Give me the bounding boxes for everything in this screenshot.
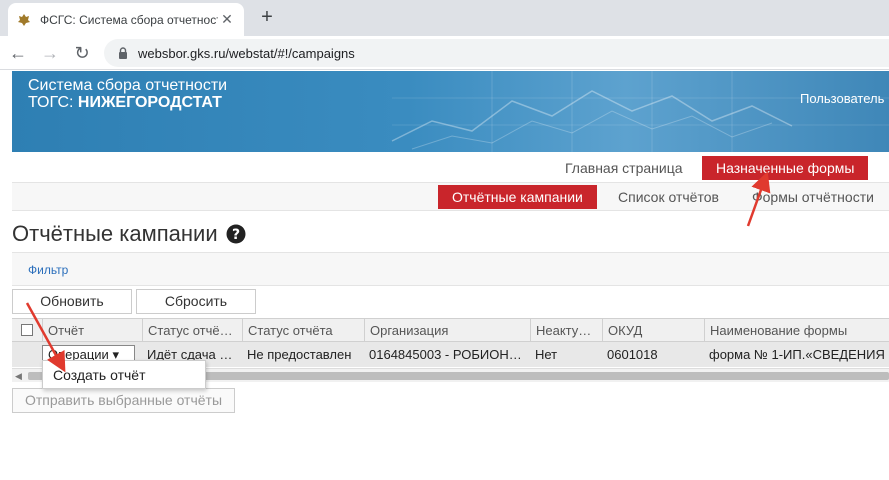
table-header: Отчёт Статус отчё… Статус отчёта Организ… [12, 319, 889, 342]
browser-tab[interactable]: ФСГС: Система сбора отчетност ✕ [8, 3, 244, 36]
new-tab-icon[interactable]: + [256, 6, 278, 28]
cell-organization: 0164845003 - РОБИОН… [369, 347, 522, 362]
cell-report-status: Не предоставлен [247, 347, 352, 362]
select-all-cell [12, 319, 42, 342]
back-arrow-icon[interactable]: ← [6, 41, 30, 65]
togs-prefix: ТОГС: [28, 94, 74, 111]
organization-title: ТОГС: НИЖЕГОРОДСТАТ [28, 94, 222, 112]
forward-arrow-icon[interactable]: → [38, 41, 62, 65]
send-selected-reports-button[interactable]: Отправить выбранные отчёты [12, 388, 235, 413]
browser-tabstrip: ФСГС: Система сбора отчетност ✕ + [0, 0, 889, 36]
page-title: Отчётные кампании ? [12, 221, 246, 247]
site-header-banner: Система сбора отчетности ТОГС: НИЖЕГОРОД… [12, 71, 889, 152]
column-header[interactable]: Наименование формы [704, 319, 889, 342]
url-text: websbor.gks.ru/webstat/#!/campaigns [138, 45, 355, 61]
select-all-checkbox[interactable] [21, 324, 33, 336]
nav-report-forms[interactable]: Формы отчётности [752, 189, 874, 205]
system-title: Система сбора отчетности [28, 77, 228, 94]
reload-icon[interactable]: ↻ [70, 41, 94, 65]
nav-assigned-forms[interactable]: Назначенные формы [702, 156, 869, 180]
nav-reports-list[interactable]: Список отчётов [618, 189, 719, 205]
filter-link[interactable]: Фильтр [28, 263, 68, 277]
reset-button[interactable]: Сбросить [136, 289, 256, 314]
nav-home[interactable]: Главная страница [565, 160, 683, 176]
togs-name: НИЖЕГОРОДСТАТ [77, 94, 222, 111]
user-menu[interactable]: Пользователь [800, 91, 884, 106]
svg-text:?: ? [232, 227, 240, 243]
filter-bar: Фильтр [12, 252, 889, 286]
page-title-text: Отчётные кампании [12, 221, 218, 246]
scroll-left-icon[interactable]: ◀ [15, 369, 22, 383]
refresh-button[interactable]: Обновить [12, 289, 132, 314]
main-nav: Главная страница Назначенные формы [12, 152, 889, 183]
cell-okud: 0601018 [607, 347, 658, 362]
close-tab-icon[interactable]: ✕ [218, 11, 236, 28]
column-header[interactable]: Организация [364, 319, 530, 342]
address-bar[interactable]: websbor.gks.ru/webstat/#!/campaigns [104, 39, 889, 67]
column-header[interactable]: Статус отчёта [242, 319, 364, 342]
browser-toolbar: ← → ↻ websbor.gks.ru/webstat/#!/campaign… [0, 36, 889, 70]
tab-title: ФСГС: Система сбора отчетност [40, 12, 218, 27]
operations-dropdown-menu: Создать отчёт [42, 360, 206, 389]
column-header[interactable]: Неакту… [530, 319, 602, 342]
cell-inactive: Нет [535, 347, 558, 362]
column-header[interactable]: ОКУД [602, 319, 704, 342]
help-question-icon[interactable]: ? [226, 224, 246, 244]
sub-nav: Отчётные кампании Список отчётов Формы о… [12, 183, 889, 211]
create-report-menu-item[interactable]: Создать отчёт [53, 367, 145, 383]
nav-campaigns[interactable]: Отчётные кампании [438, 185, 597, 209]
emblem-favicon-icon [16, 12, 32, 28]
cell-form-name: форма № 1-ИП.«СВЕДЕНИЯ … [709, 347, 889, 362]
column-header[interactable]: Статус отчё… [142, 319, 242, 342]
lock-icon [119, 47, 127, 59]
column-header[interactable]: Отчёт [42, 319, 142, 342]
